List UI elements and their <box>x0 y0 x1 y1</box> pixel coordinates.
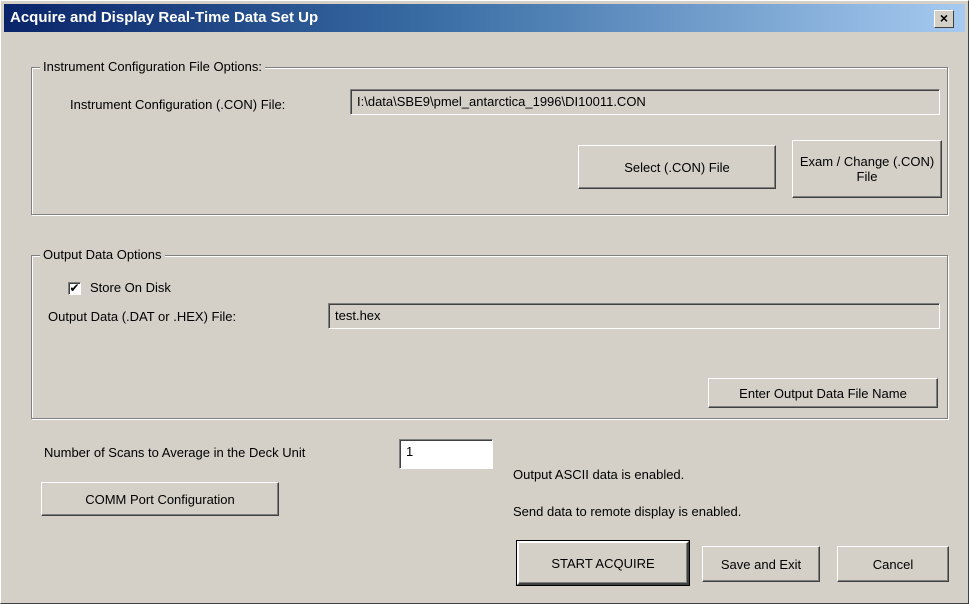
close-button[interactable]: × <box>934 10 954 28</box>
con-file-field[interactable]: I:\data\SBE9\pmel_antarctica_1996\DI1001… <box>350 89 940 115</box>
store-on-disk-checkbox[interactable]: ✔ <box>68 282 81 295</box>
remote-display-status-text: Send data to remote display is enabled. <box>513 504 742 519</box>
store-on-disk-label[interactable]: Store On Disk <box>90 280 171 295</box>
ascii-status-text: Output ASCII data is enabled. <box>513 467 685 482</box>
output-data-legend: Output Data Options <box>40 247 165 262</box>
enter-output-file-name-button[interactable]: Enter Output Data File Name <box>708 378 938 408</box>
title-bar[interactable]: Acquire and Display Real-Time Data Set U… <box>4 4 965 32</box>
comm-port-config-button[interactable]: COMM Port Configuration <box>41 482 279 516</box>
instrument-config-legend: Instrument Configuration File Options: <box>40 59 265 74</box>
output-file-field[interactable]: test.hex <box>328 303 940 329</box>
instrument-config-group: Instrument Configuration File Options: I… <box>31 59 948 215</box>
checkmark-icon: ✔ <box>69 281 80 295</box>
close-icon: × <box>939 10 949 26</box>
dialog-window: Acquire and Display Real-Time Data Set U… <box>0 0 969 604</box>
select-con-file-button[interactable]: Select (.CON) File <box>578 145 776 189</box>
scans-average-input[interactable]: 1 <box>399 439 493 469</box>
start-acquire-button[interactable]: START ACQUIRE <box>516 540 690 586</box>
output-file-label: Output Data (.DAT or .HEX) File: <box>48 309 237 324</box>
con-file-label: Instrument Configuration (.CON) File: <box>70 97 286 112</box>
window-title: Acquire and Display Real-Time Data Set U… <box>10 9 319 26</box>
cancel-button[interactable]: Cancel <box>837 546 949 582</box>
output-data-group: Output Data Options ✔ Store On Disk Outp… <box>31 247 948 419</box>
scans-average-label: Number of Scans to Average in the Deck U… <box>44 445 306 460</box>
examine-change-con-file-button[interactable]: Exam / Change (.CON) File <box>792 140 942 198</box>
save-and-exit-button[interactable]: Save and Exit <box>702 546 820 582</box>
